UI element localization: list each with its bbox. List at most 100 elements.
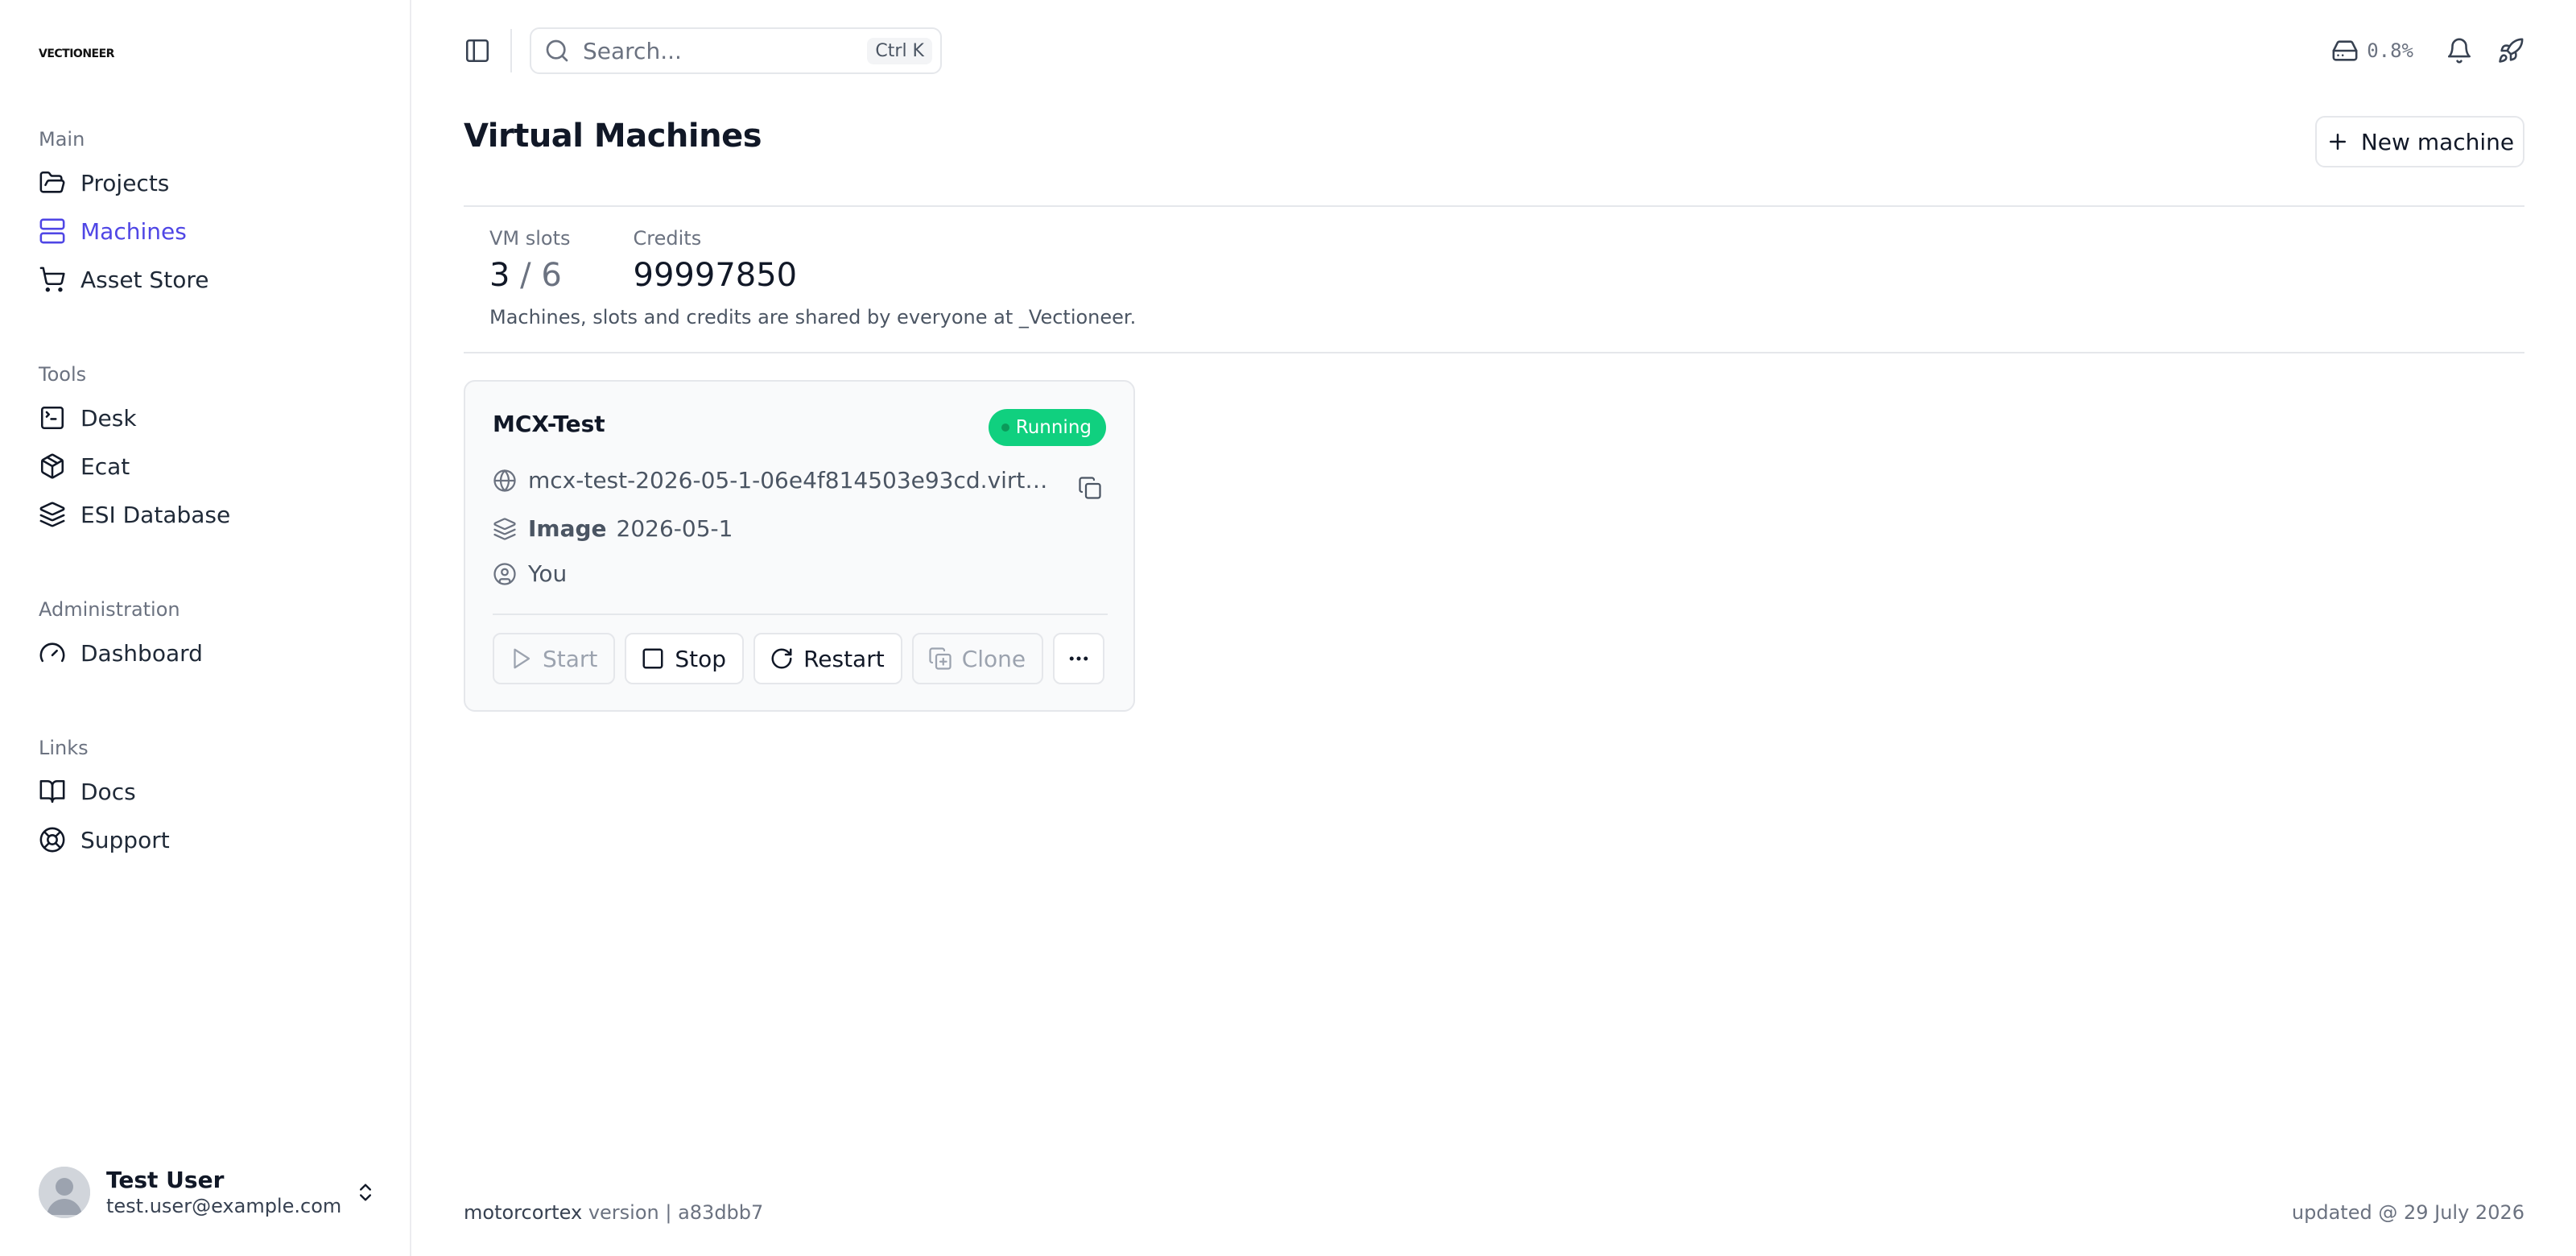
disk-usage[interactable]: 0.8% bbox=[2331, 37, 2413, 64]
slots-separator: / bbox=[520, 257, 531, 294]
sidebar-item-label: Machines bbox=[80, 217, 187, 245]
nav-section-main: Main Projects Machines Asset Store bbox=[39, 125, 208, 304]
machine-host[interactable]: mcx-test-2026-05-1-06e4f814503e93cd.virt… bbox=[528, 467, 1051, 494]
machine-actions: Start Stop Restart Clone bbox=[493, 633, 1105, 684]
sidebar-item-label: Projects bbox=[80, 169, 170, 196]
clone-label: Clone bbox=[961, 645, 1026, 672]
square-icon bbox=[641, 647, 665, 671]
image-value: 2026-05-1 bbox=[616, 515, 733, 542]
sidebar-item-support[interactable]: Support bbox=[39, 816, 170, 864]
life-buoy-icon bbox=[39, 826, 66, 853]
user-circle-icon bbox=[493, 562, 517, 586]
sidebar-item-esi-database[interactable]: ESI Database bbox=[39, 490, 230, 539]
stats-panel: VM slots 3 / 6 Credits 99997850 bbox=[489, 225, 860, 300]
machine-host-row: mcx-test-2026-05-1-06e4f814503e93cd.virt… bbox=[493, 467, 1051, 494]
vm-slots-value: 3 / 6 bbox=[489, 251, 571, 300]
sidebar-item-dashboard[interactable]: Dashboard bbox=[39, 629, 203, 677]
sidebar-toggle-icon[interactable] bbox=[464, 37, 493, 64]
divider bbox=[464, 352, 2524, 353]
new-machine-label: New machine bbox=[2360, 128, 2515, 155]
shared-note: Machines, slots and credits are shared b… bbox=[489, 306, 1137, 328]
footer-version: motorcortex version | a83dbb7 bbox=[464, 1201, 763, 1224]
vectioneer-logo[interactable]: VECTIONEER bbox=[39, 45, 114, 60]
machine-owner: You bbox=[528, 560, 568, 587]
restart-label: Restart bbox=[803, 645, 885, 672]
restart-button[interactable]: Restart bbox=[753, 633, 902, 684]
user-info: Test User test.user@example.com bbox=[106, 1167, 346, 1218]
nav-heading-main: Main bbox=[39, 128, 85, 151]
sidebar-item-label: Ecat bbox=[80, 452, 130, 480]
new-machine-button[interactable]: New machine bbox=[2315, 116, 2524, 167]
sidebar-item-label: ESI Database bbox=[80, 501, 231, 528]
sidebar-item-asset-store[interactable]: Asset Store bbox=[39, 255, 208, 304]
nav-section-administration: Administration Dashboard bbox=[39, 595, 203, 677]
hard-drive-icon bbox=[2331, 37, 2359, 64]
sidebar-item-label: Dashboard bbox=[80, 639, 203, 667]
search-icon bbox=[544, 38, 570, 64]
terminal-square-icon bbox=[39, 404, 66, 432]
sidebar-item-desk[interactable]: Desk bbox=[39, 394, 230, 442]
nav-section-links: Links Docs Support bbox=[39, 733, 170, 864]
credits-label: Credits bbox=[633, 227, 702, 250]
chevrons-up-down-icon[interactable] bbox=[354, 1181, 377, 1204]
globe-icon bbox=[493, 469, 517, 493]
bell-icon[interactable] bbox=[2446, 37, 2473, 64]
gauge-icon bbox=[39, 639, 66, 667]
plus-icon bbox=[2326, 130, 2350, 154]
rocket-icon[interactable] bbox=[2497, 37, 2524, 64]
search-box[interactable]: Ctrl K bbox=[530, 27, 942, 74]
cart-icon bbox=[39, 266, 66, 293]
nav-heading-tools: Tools bbox=[39, 363, 87, 386]
sidebar-item-ecat[interactable]: Ecat bbox=[39, 442, 230, 490]
folder-open-icon bbox=[39, 169, 66, 196]
ellipsis-icon bbox=[1067, 647, 1091, 671]
user-email: test.user@example.com bbox=[106, 1195, 342, 1217]
disk-usage-value: 0.8% bbox=[2367, 39, 2413, 62]
layers-icon bbox=[39, 501, 66, 528]
user-name: Test User bbox=[106, 1167, 225, 1193]
credits-stat: Credits 99997850 bbox=[634, 225, 798, 300]
status-badge: Running bbox=[988, 409, 1106, 446]
box-icon bbox=[39, 452, 66, 480]
sidebar-item-label: Asset Store bbox=[80, 266, 209, 293]
vm-slots-label: VM slots bbox=[489, 227, 571, 250]
topbar-actions: 0.8% bbox=[2331, 32, 2524, 69]
stop-button[interactable]: Stop bbox=[625, 633, 745, 684]
machine-card: MCX-Test Running mcx-test-2026-05-1-06e4… bbox=[464, 380, 1135, 712]
page-title: Virtual Machines bbox=[464, 118, 762, 155]
sidebar: VECTIONEER Main Projects Machines Asset … bbox=[0, 0, 411, 1256]
vm-slots-stat: VM slots 3 / 6 bbox=[489, 225, 571, 300]
status-text: Running bbox=[1015, 417, 1092, 438]
machine-image-row: Image 2026-05-1 bbox=[493, 515, 733, 542]
clone-button[interactable]: Clone bbox=[911, 633, 1044, 684]
copy-plus-icon bbox=[928, 647, 952, 671]
logo-text: VECTIONEER bbox=[39, 48, 114, 60]
layers-icon bbox=[493, 517, 517, 541]
stop-label: Stop bbox=[675, 645, 727, 672]
sidebar-item-docs[interactable]: Docs bbox=[39, 767, 170, 816]
avatar bbox=[39, 1167, 90, 1218]
start-label: Start bbox=[543, 645, 598, 672]
slots-total: 6 bbox=[541, 257, 562, 294]
play-icon bbox=[509, 647, 533, 671]
sidebar-item-machines[interactable]: Machines bbox=[39, 207, 208, 255]
search-input[interactable] bbox=[583, 37, 868, 64]
sidebar-item-projects[interactable]: Projects bbox=[39, 159, 208, 207]
sidebar-item-label: Docs bbox=[80, 778, 136, 805]
status-dot bbox=[1001, 423, 1009, 432]
machine-owner-row: You bbox=[493, 560, 567, 587]
sidebar-item-label: Support bbox=[80, 826, 170, 853]
rotate-cw-icon bbox=[770, 647, 794, 671]
start-button[interactable]: Start bbox=[493, 633, 616, 684]
more-actions-button[interactable] bbox=[1053, 633, 1105, 684]
nav-heading-administration: Administration bbox=[39, 598, 180, 621]
divider bbox=[464, 205, 2524, 207]
image-label: Image bbox=[528, 515, 607, 542]
user-menu[interactable]: Test User test.user@example.com bbox=[39, 1164, 377, 1221]
footer-product: motorcortex bbox=[464, 1201, 583, 1224]
sidebar-item-label: Desk bbox=[80, 404, 137, 432]
nav-section-tools: Tools Desk Ecat ESI Database bbox=[39, 360, 230, 539]
copy-icon[interactable] bbox=[1074, 472, 1106, 504]
footer-version-text: version | a83dbb7 bbox=[582, 1201, 764, 1224]
credits-value: 99997850 bbox=[633, 257, 798, 294]
